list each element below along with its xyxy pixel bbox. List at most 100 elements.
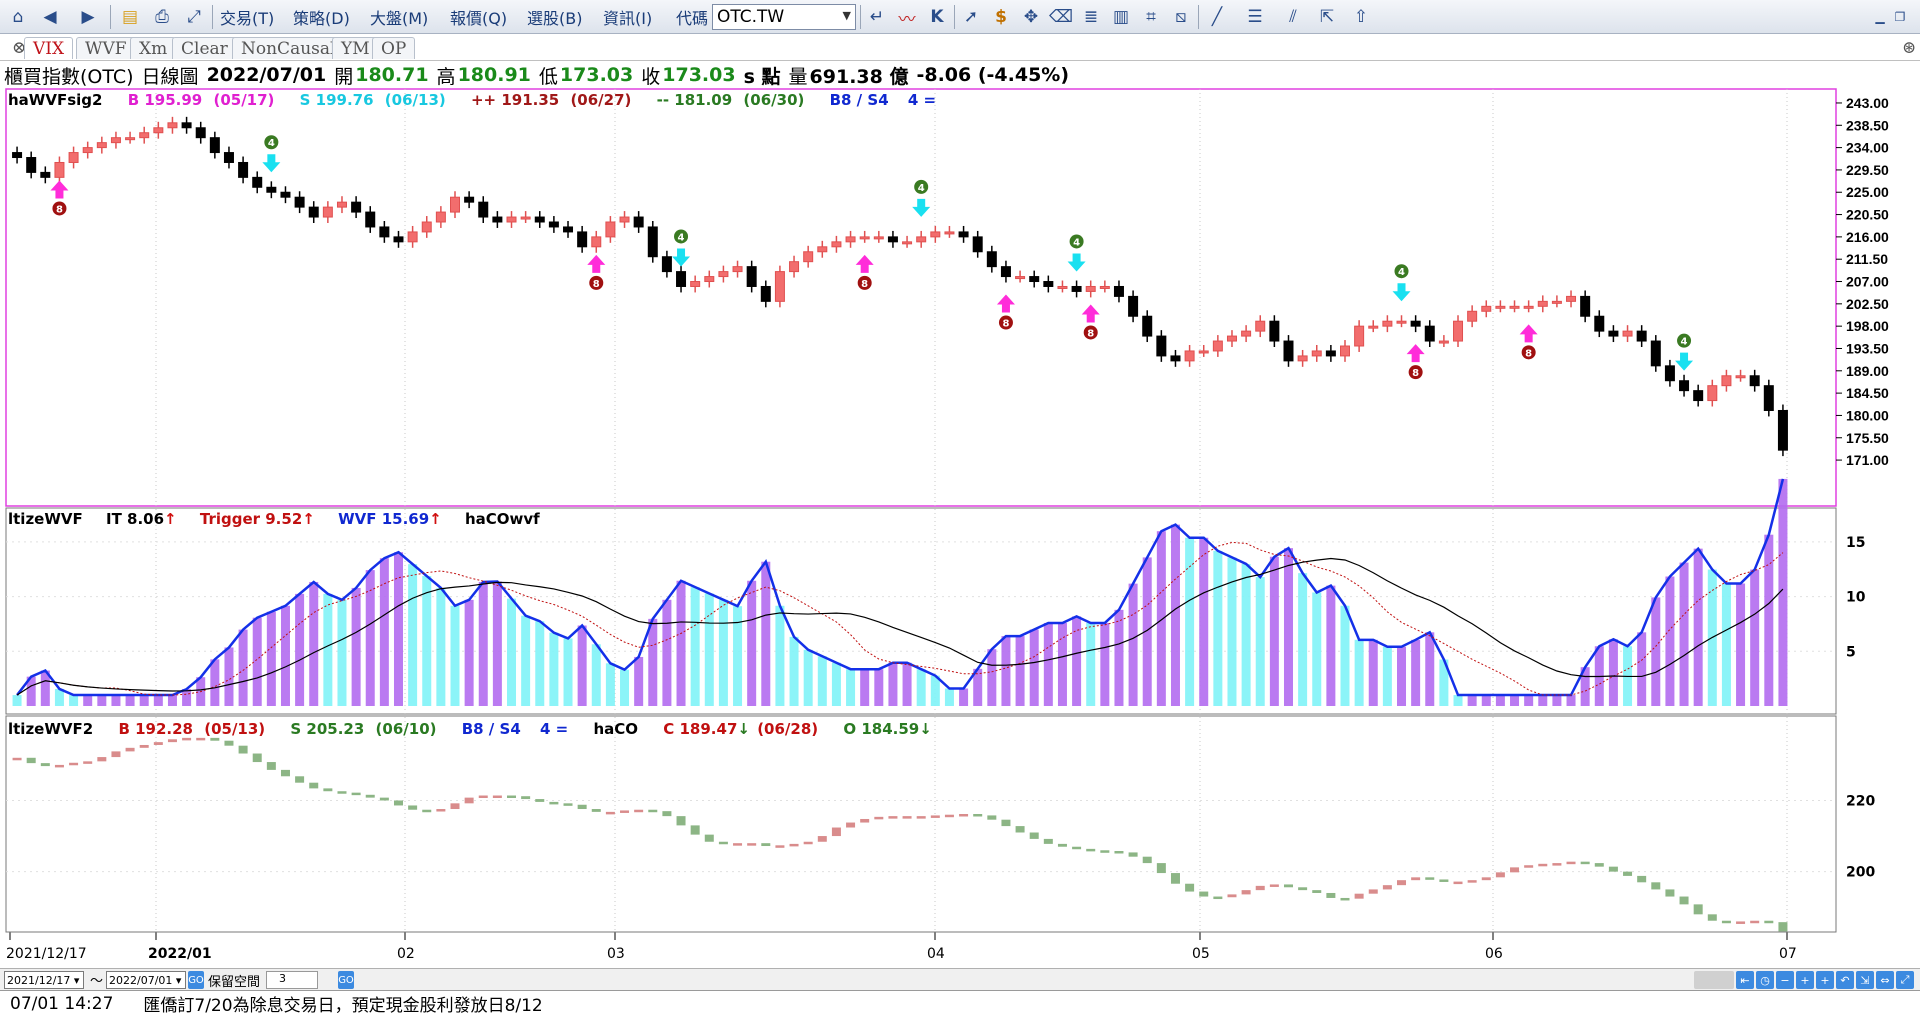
candle-body (1340, 345, 1350, 357)
haco-bar (1411, 877, 1421, 881)
candle-body (534, 216, 545, 223)
candle-body (760, 285, 771, 302)
buy-arrow-icon (1406, 344, 1425, 363)
haco-bar (309, 782, 319, 789)
scrollbar[interactable] (1694, 971, 1734, 989)
wvf-bar (1086, 622, 1096, 706)
candle-body (831, 241, 842, 248)
wvf-bar (295, 593, 305, 706)
plus-alt-icon[interactable]: + (1816, 971, 1834, 989)
candle-body (746, 266, 757, 287)
wvf-bar (266, 611, 276, 706)
haco-bar (1707, 914, 1717, 921)
haco-bar (1764, 920, 1774, 924)
candle-body (40, 171, 51, 178)
haco-bar (987, 815, 997, 820)
haco-bar (1467, 880, 1477, 883)
plus-icon[interactable]: + (1796, 971, 1814, 989)
wvf-bar (69, 695, 79, 706)
wvf-bar (337, 599, 347, 706)
shrink-icon[interactable]: ⇲ (1856, 971, 1874, 989)
wvf-bar (605, 663, 615, 706)
price-ytick-label: 180.00 (1846, 407, 1889, 423)
candle-body (873, 236, 884, 240)
candle-body (789, 261, 800, 273)
candle-body (1297, 355, 1308, 362)
buy-arrow-icon (855, 254, 874, 273)
candle-body (1721, 375, 1732, 387)
haco-bar (182, 737, 192, 741)
sell-arrow-icon (1392, 283, 1411, 302)
haco-bar (521, 796, 531, 800)
minus-icon[interactable]: − (1776, 971, 1794, 989)
wvf-bar (549, 632, 559, 706)
haco-bar (1623, 871, 1633, 876)
candle-body (1467, 310, 1478, 322)
candle-body (68, 152, 79, 163)
haco-bar (831, 827, 841, 837)
wvf-bar (478, 581, 488, 706)
haco-bar (492, 795, 502, 798)
wvf-bar (1199, 537, 1209, 706)
undo-icon[interactable]: ↶ (1836, 971, 1854, 989)
sell-4-badge-label: 4 (1398, 267, 1405, 278)
haco-bar (69, 762, 79, 766)
candle-body (82, 147, 93, 154)
haco-bar (1382, 885, 1392, 890)
haco-bar (1340, 897, 1350, 901)
wvf-bar (1043, 622, 1053, 706)
wvf-bar (1227, 557, 1237, 706)
expand-icon-2[interactable]: ⤢ (1896, 971, 1914, 989)
wvf-bar (464, 599, 474, 706)
haco-bar (1693, 904, 1703, 915)
wvf-bar (1283, 548, 1293, 706)
candle-body (1396, 320, 1407, 324)
sell-arrow-icon (912, 198, 931, 217)
wvf-bar (125, 695, 135, 706)
candle-body (139, 132, 150, 139)
end-date-input[interactable]: 2022/07/01 ▾ (106, 971, 186, 989)
haco-bar (874, 816, 884, 820)
wvf-bar (167, 695, 177, 706)
candle-body (54, 161, 65, 178)
candle-body (266, 186, 277, 193)
clock-icon[interactable]: ◷ (1756, 971, 1774, 989)
wvf-bar (1340, 605, 1350, 706)
haco-bar (1312, 890, 1322, 893)
haco-bar (1072, 846, 1082, 850)
buy-8-badge-label: 8 (1525, 348, 1532, 359)
wvf-bar (535, 621, 545, 706)
candle-body (817, 246, 828, 253)
start-date-input[interactable]: 2021/12/17 ▾ (4, 971, 84, 989)
reserve-space-input[interactable]: 3 (266, 971, 318, 989)
haco-bar (1665, 889, 1675, 897)
haco-bar (1524, 865, 1534, 868)
go-button-1[interactable]: GO (188, 971, 204, 989)
news-ticker[interactable]: 07/01 14:27 匯僑訂7/20為除息交易日，預定現金股利發放日8/12 (0, 990, 1920, 1016)
zoom-out-icon[interactable]: ⇤ (1736, 971, 1754, 989)
candle-body (351, 201, 362, 213)
fit-width-icon[interactable]: ⇔ (1876, 971, 1894, 989)
buy-arrow-icon (996, 294, 1015, 313)
candle-body (803, 251, 814, 263)
wvf-bar (648, 618, 658, 706)
chart-area[interactable]: 8 8 8 8 8 8 8 4 4 4 4 4 4 243.00 238.50 234.00 229.50 22… (0, 0, 1920, 968)
candle-body (1636, 330, 1647, 342)
sell-arrow-icon (262, 154, 281, 173)
candle-body (153, 127, 164, 134)
pane2-label: ltizeWVF IT 8.06↑ Trigger 9.52↑ WVF 15.6… (8, 510, 540, 528)
candle-body (110, 137, 121, 144)
go-button-2[interactable]: GO (338, 971, 354, 989)
price-ytick-label: 220.50 (1846, 207, 1889, 223)
candle-body (887, 236, 898, 243)
wvf-ytick-label: 10 (1846, 590, 1866, 606)
haco-bar (1608, 866, 1618, 872)
candle-body (859, 236, 870, 240)
haco-bar (1354, 893, 1364, 899)
candle-body (1241, 330, 1252, 337)
price-ytick-label: 184.50 (1846, 385, 1889, 401)
haco-bar (846, 822, 856, 828)
wvf-bar (1001, 636, 1011, 706)
candle-body (1650, 340, 1661, 367)
candle-body (1679, 380, 1690, 392)
